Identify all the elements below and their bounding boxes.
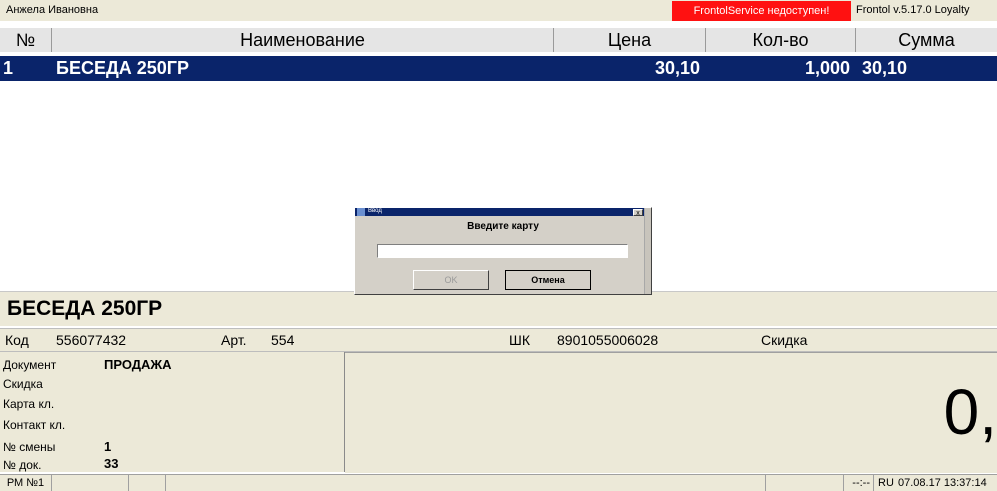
close-icon[interactable]: x bbox=[633, 209, 643, 217]
code-label: Код bbox=[5, 332, 29, 348]
row-qty: 1,000 bbox=[804, 58, 850, 78]
row-sum: 30,10 bbox=[862, 58, 908, 78]
status-cell-empty-3 bbox=[166, 475, 766, 491]
column-header-price[interactable]: Цена bbox=[554, 28, 706, 52]
discount-info-label: Скидка bbox=[3, 377, 43, 391]
cancel-button[interactable]: Отмена bbox=[505, 270, 591, 290]
total-panel: 0, bbox=[345, 352, 997, 473]
shift-number-label: № смены bbox=[3, 440, 56, 454]
client-contact-label: Контакт кл. bbox=[3, 418, 66, 432]
dialog-prompt: Введите карту bbox=[467, 221, 539, 232]
top-bar: Анжела Ивановна FrontolService недоступе… bbox=[0, 0, 997, 21]
document-label: Документ bbox=[3, 358, 57, 372]
status-time-placeholder: --:-- bbox=[844, 475, 874, 491]
current-product-panel: БЕСЕДА 250ГР bbox=[0, 291, 997, 326]
doc-number-label: № док. bbox=[3, 458, 42, 472]
card-input-dialog: Ввод x Введите карту OK Отмена bbox=[354, 207, 652, 295]
row-price: 30,10 bbox=[654, 58, 700, 78]
status-cell-empty-2 bbox=[129, 475, 166, 491]
client-card-label: Карта кл. bbox=[3, 397, 55, 411]
app-icon bbox=[357, 208, 365, 216]
dialog-title-bar[interactable]: Ввод x bbox=[355, 208, 651, 217]
article-label: Арт. bbox=[221, 332, 247, 348]
table-row[interactable]: 1 БЕСЕДА 250ГР 30,10 1,000 30,10 bbox=[0, 56, 997, 81]
dialog-title: Ввод bbox=[368, 208, 382, 214]
status-cell-empty-4 bbox=[766, 475, 844, 491]
app-version: Frontol v.5.17.0 Loyalty bbox=[856, 4, 970, 16]
column-header-sum[interactable]: Сумма bbox=[856, 28, 997, 52]
document-value: ПРОДАЖА bbox=[104, 357, 172, 372]
dialog-edge-scrollbar bbox=[644, 208, 651, 294]
workstation-indicator: РМ №1 bbox=[0, 475, 52, 491]
card-number-input[interactable] bbox=[377, 244, 628, 258]
shift-number-value: 1 bbox=[104, 439, 112, 454]
ok-button[interactable]: OK bbox=[413, 270, 489, 290]
date-time: 07.08.17 13:37:14 bbox=[898, 477, 987, 489]
barcode-label: ШК bbox=[509, 332, 530, 348]
product-codes-bar: Код 556077432 Арт. 554 ШК 8901055006028 … bbox=[0, 328, 997, 352]
service-unavailable-badge: FrontolService недоступен! bbox=[672, 1, 851, 21]
total-amount: 0, bbox=[943, 376, 997, 448]
article-value: 554 bbox=[271, 332, 295, 348]
column-header-number[interactable]: № bbox=[0, 28, 52, 52]
status-cell-empty-1 bbox=[52, 475, 129, 491]
column-header-qty[interactable]: Кол-во bbox=[706, 28, 856, 52]
status-bar: РМ №1 --:-- RU 07.08.17 13:37:14 bbox=[0, 474, 997, 491]
barcode-value: 8901055006028 bbox=[557, 332, 659, 348]
current-product-name: БЕСЕДА 250ГР bbox=[7, 297, 163, 320]
doc-number-value: 33 bbox=[104, 456, 119, 471]
discount-label: Скидка bbox=[761, 332, 808, 348]
cashier-name: Анжела Ивановна bbox=[6, 4, 99, 16]
document-info-panel: Документ ПРОДАЖА Скидка Карта кл. Контак… bbox=[0, 352, 345, 472]
row-number: 1 bbox=[3, 58, 14, 78]
column-header-name[interactable]: Наименование bbox=[52, 28, 554, 52]
code-value: 556077432 bbox=[56, 332, 127, 348]
row-item-name: БЕСЕДА 250ГР bbox=[56, 58, 190, 78]
keyboard-language: RU bbox=[878, 477, 894, 489]
receipt-grid-header: № Наименование Цена Кол-во Сумма bbox=[0, 28, 997, 52]
